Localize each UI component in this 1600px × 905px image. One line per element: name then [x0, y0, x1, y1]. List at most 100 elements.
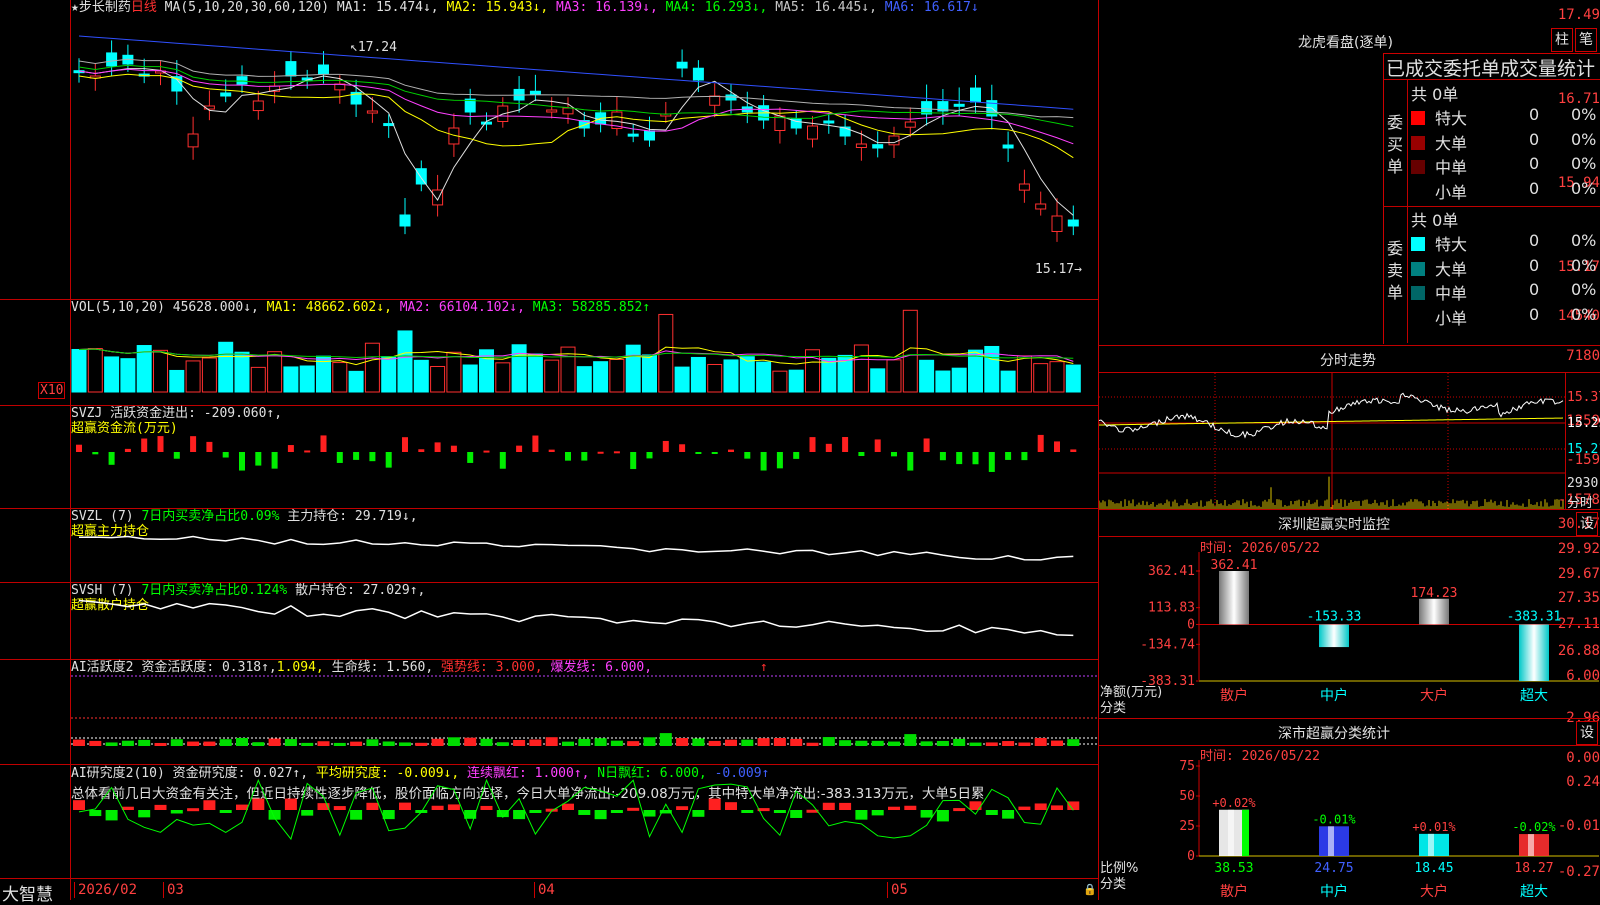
intraday-tick: 15.21	[1567, 442, 1600, 457]
class-tick: 50	[1179, 789, 1195, 804]
ai-active-bar	[382, 741, 395, 746]
ai-active-bar	[985, 742, 998, 746]
bar-mode-button[interactable]: 柱	[1551, 28, 1573, 52]
monitor-bar[interactable]	[1519, 624, 1549, 681]
svzj-bar	[809, 437, 816, 452]
svzj-bar	[1054, 441, 1060, 452]
ai-active-bar	[350, 741, 363, 746]
color-swatch	[1411, 237, 1425, 251]
svzj-bar	[320, 435, 327, 452]
ai-research-bar	[855, 810, 868, 820]
order-type-label: 小单	[1435, 308, 1468, 328]
ma2-value: MA2: 15.943↓,	[446, 0, 549, 15]
brand-logo[interactable]: 大智慧	[2, 880, 53, 905]
order-count: 0	[1529, 255, 1540, 275]
svzj-bar	[776, 452, 783, 469]
monitor-category: 散户	[1220, 687, 1248, 704]
svzj-bar	[157, 436, 164, 452]
color-swatch	[1411, 160, 1425, 174]
order-count: 0	[1529, 129, 1540, 149]
monitor-tick: 362.41	[1148, 564, 1195, 579]
ai-active-bar	[822, 737, 835, 746]
volume-bar	[348, 370, 364, 393]
volume-chart[interactable]	[71, 300, 1098, 405]
ai-active-bar	[594, 738, 607, 746]
order-row: 大单 0 0%	[1411, 130, 1596, 154]
monitor-category: 大户	[1420, 687, 1448, 704]
svzj-bar	[842, 437, 849, 452]
volume-bar	[527, 353, 543, 393]
sz-monitor-chart[interactable]: 362.41 113.830 -134.74 -383.31 362.41 -153.3…	[1099, 552, 1600, 718]
class-category: 散户	[1220, 883, 1248, 900]
monitor-bar[interactable]	[1319, 624, 1349, 648]
svzj-bar	[760, 452, 767, 471]
order-row: 特大 0 0%	[1411, 231, 1596, 255]
svzj-bar	[581, 452, 588, 461]
volume-bar	[690, 356, 706, 393]
monitor-bar[interactable]	[1219, 571, 1249, 625]
svzj-bar	[679, 444, 686, 452]
sz-monitor-settings-button[interactable]: 设	[1576, 512, 1598, 536]
ai-research-bar	[594, 810, 607, 820]
ai-research-chart[interactable]	[71, 766, 1098, 878]
class-category: 中户	[1320, 883, 1348, 900]
ai-research-bar	[203, 800, 216, 810]
candle-body	[415, 168, 427, 185]
ai-research-bar	[1034, 803, 1047, 810]
svzj-bar	[874, 439, 881, 452]
ai-active-bar	[741, 739, 754, 746]
ai-research-bar	[480, 805, 493, 810]
pen-mode-button[interactable]: 笔	[1575, 28, 1597, 52]
class-bar-highlight	[1428, 833, 1434, 856]
class-category: 大户	[1420, 883, 1448, 900]
monitor-category: 超大	[1520, 688, 1548, 704]
order-count: 0	[1529, 154, 1540, 173]
ai-active-bar	[121, 740, 134, 746]
monitor-value-label: -153.33	[1307, 609, 1362, 624]
ma-group: MA(5,10,20,30,60,120)	[164, 0, 330, 15]
volume-bar	[870, 368, 886, 393]
stock-name[interactable]: ★步长制药	[71, 0, 131, 15]
volume-bar	[169, 369, 185, 393]
svzj-bar	[1005, 452, 1012, 460]
order-count: 0	[1529, 280, 1540, 299]
vol-unit-badge: X10	[38, 382, 66, 399]
order-stats-tabs[interactable]: 已成交委托单成交量统计	[1386, 54, 1600, 81]
candlestick-chart[interactable]	[71, 16, 1098, 299]
svzj-bar	[939, 452, 946, 461]
ai-active-bar	[692, 738, 705, 746]
ai-research-bar	[1051, 805, 1063, 810]
ai-active-bar	[268, 738, 281, 746]
svzj-bar	[891, 452, 897, 457]
date-label: 05	[887, 882, 908, 898]
intraday-chart[interactable]	[1099, 373, 1565, 509]
ai-research-bar	[920, 810, 933, 818]
ai-active-bar	[187, 741, 200, 746]
volume-bar	[397, 330, 413, 393]
svzl-chart[interactable]	[71, 509, 1098, 582]
ai-research-bar	[350, 810, 363, 820]
svzj-chart[interactable]	[71, 406, 1098, 508]
svzj-bar	[646, 452, 653, 459]
svzj-bar	[483, 450, 490, 453]
sz-class-settings-button[interactable]: 设	[1576, 721, 1598, 745]
price-header: ★步长制药日线 MA(5,10,20,30,60,120) MA1: 15.47…	[71, 0, 979, 16]
period-label[interactable]: 日线	[131, 0, 157, 15]
ai-research-bar	[888, 806, 900, 810]
volume-bar	[723, 359, 739, 393]
monitor-bar[interactable]	[1419, 598, 1449, 625]
color-swatch	[1411, 111, 1425, 125]
svsh-chart[interactable]	[71, 583, 1098, 659]
candle-body	[318, 64, 329, 75]
ai-research-bar	[790, 810, 803, 818]
candle-body	[529, 90, 541, 95]
class-bar-highlight	[1228, 809, 1234, 856]
ai-research-bar	[219, 810, 232, 813]
svzj-bar	[956, 452, 963, 465]
volume-bar	[821, 357, 837, 393]
ai-active-chart[interactable]	[71, 660, 1098, 764]
ai-research-bar	[382, 810, 395, 820]
lock-icon[interactable]: 🔒	[1083, 883, 1097, 896]
sz-class-chart[interactable]: 75 50 25 0 +0.02% 38.53 -0.01% 24.75 +0.01% 18.4…	[1099, 760, 1600, 900]
ai-research-bar	[252, 798, 265, 810]
